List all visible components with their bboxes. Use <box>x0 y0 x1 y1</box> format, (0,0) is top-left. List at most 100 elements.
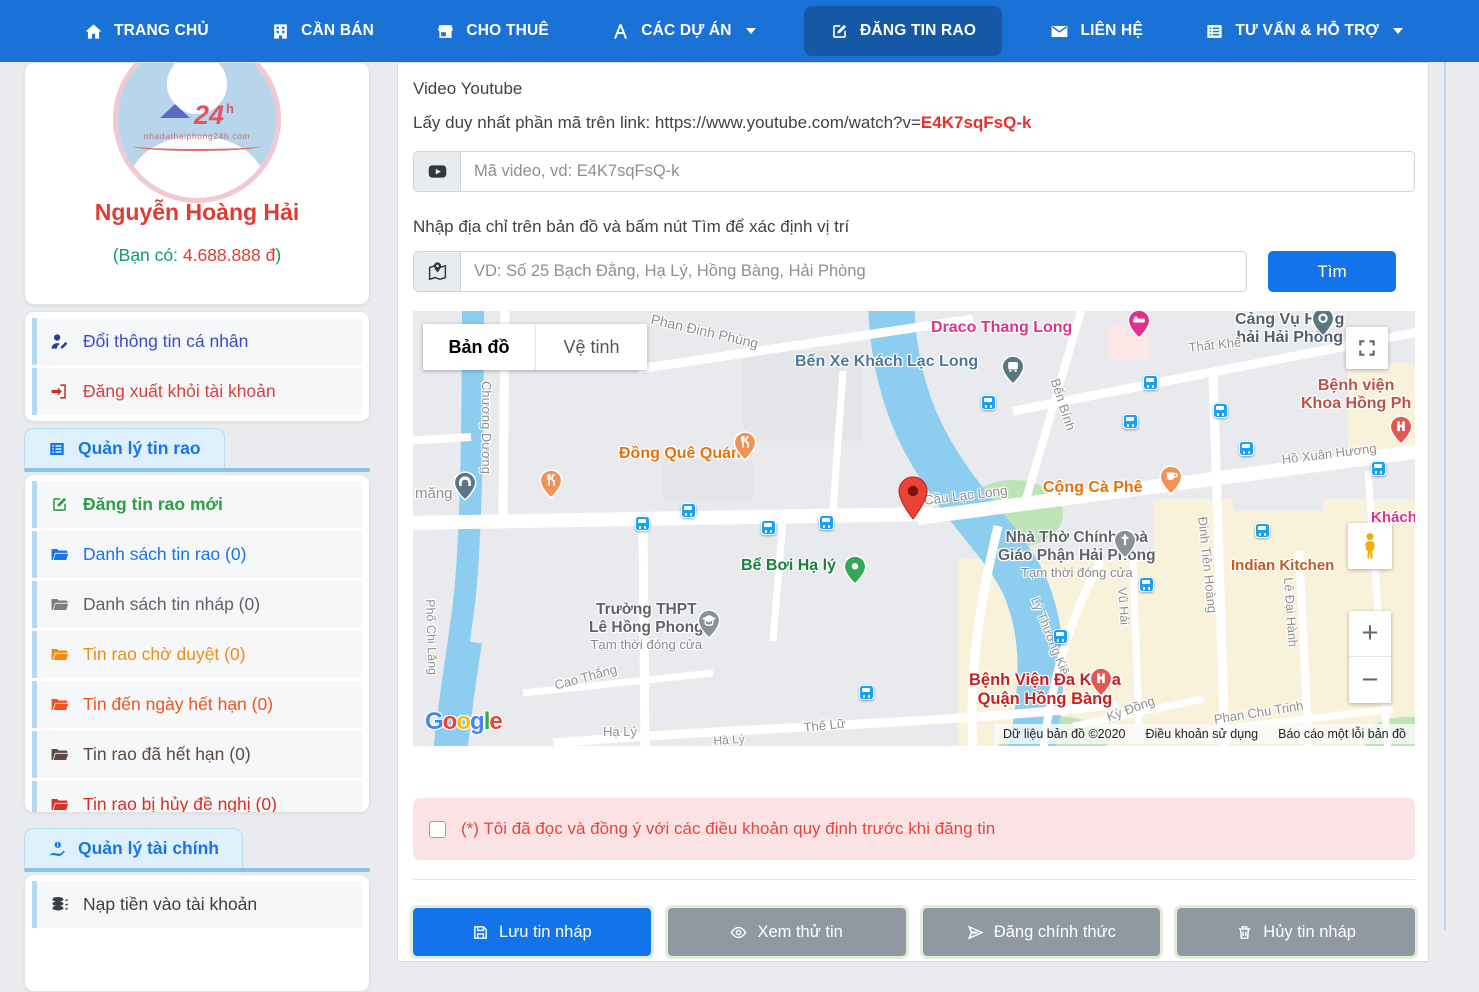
sidebar-item[interactable]: Nạp tiền vào tài khoản <box>32 881 362 928</box>
sidebar-item[interactable]: Đổi thông tin cá nhân <box>32 318 362 365</box>
google-logo-letter: g <box>470 708 484 735</box>
terms-checkbox[interactable] <box>429 821 446 838</box>
nav-item-trang-ch-[interactable]: TRANG CHỦ <box>70 6 223 56</box>
nav-item-label: TRANG CHỦ <box>114 22 209 40</box>
tab-qu-n-l-tin-rao[interactable]: Quản lý tin rao <box>24 428 225 468</box>
map-pin-bridge-icon <box>453 471 477 506</box>
map-attribution-link[interactable]: Báo cáo một lỗi bản đồ <box>1278 727 1406 741</box>
sidebar-item-label: Tin đến ngày hết hạn (0) <box>83 694 273 715</box>
map-type-satellite[interactable]: Vệ tinh <box>535 324 647 370</box>
action-button[interactable]: Đăng chính thức <box>923 908 1161 956</box>
bus-stop-icon <box>681 503 696 518</box>
sidebar-item[interactable]: Tin rao bị hủy đề nghị (0) <box>32 781 362 813</box>
map-attribution: Dữ liệu bản đồ ©2020Điều khoản sử dụngBá… <box>994 724 1415 744</box>
store-icon <box>436 22 455 41</box>
map-poi-sublabel: Tạm thời đóng cửa <box>998 565 1156 580</box>
map-pin-restaurant-icon <box>539 469 563 504</box>
video-code-input[interactable] <box>461 152 1414 191</box>
nav-item-t-v-n-h-tr-[interactable]: TƯ VẤN & HỖ TRỢ <box>1191 6 1417 56</box>
sidebar-item[interactable]: Đăng tin rao mới <box>32 481 362 528</box>
sidebar-item-label: Đổi thông tin cá nhân <box>83 331 248 352</box>
sidebar-item[interactable]: Danh sách tin nháp (0) <box>32 581 362 628</box>
nav-item--ng-tin-rao[interactable]: ĐĂNG TIN RAO <box>804 6 1002 56</box>
video-label: Video Youtube <box>413 79 522 99</box>
action-button[interactable]: Hủy tin nháp <box>1177 908 1415 956</box>
bus-stop-icon <box>1213 403 1228 418</box>
map-pin-cafe-icon <box>1159 465 1183 500</box>
nav-item-label: CÁC DỰ ÁN <box>641 22 731 40</box>
map-street-label: Hà Lý <box>713 733 745 746</box>
map-location-marker[interactable] <box>897 475 929 526</box>
terms-alert: (*) Tôi đã đọc và đồng ý với các điều kh… <box>413 798 1415 860</box>
folder-icon <box>50 595 69 614</box>
fullscreen-button[interactable] <box>1346 327 1388 369</box>
map-pin-hospital-icon <box>1389 415 1413 450</box>
sidebar-item-label: Đăng xuất khỏi tài khoản <box>83 381 276 402</box>
map-poi-label: Bệnh việnKhoa Hồng Ph <box>1301 377 1411 414</box>
action-button[interactable]: Xem thử tin <box>668 908 906 956</box>
sidebar-item[interactable]: Đăng xuất khỏi tài khoản <box>32 368 362 415</box>
nav-item-c-c-d-n[interactable]: CÁC DỰ ÁN <box>597 6 769 56</box>
sidebar-item-label: Danh sách tin rao (0) <box>83 544 246 565</box>
sidebar-section-header-row: Quản lý tài chính <box>24 828 370 872</box>
map-type-map[interactable]: Bản đồ <box>423 324 535 370</box>
nav-item-cho-thu-[interactable]: CHO THUÊ <box>422 6 563 56</box>
map-canvas[interactable]: Phan Đinh PhùngDraco Thang LongBến Xe Kh… <box>413 311 1415 746</box>
zoom-control: + − <box>1349 611 1391 703</box>
bus-stop-icon <box>859 685 874 700</box>
map-attribution-link[interactable]: Điều khoản sử dụng <box>1146 727 1259 741</box>
sidebar-item[interactable]: Tin đến ngày hết hạn (0) <box>32 681 362 728</box>
zoom-in-button[interactable]: + <box>1349 611 1391 657</box>
save-draft-button[interactable]: Lưu tin nháp <box>413 908 651 956</box>
nav-item-c-n-b-n[interactable]: CẦN BÁN <box>257 6 388 56</box>
nav-item-li-n-h-[interactable]: LIÊN HỆ <box>1036 6 1157 56</box>
bus-stop-icon <box>1239 441 1254 456</box>
bus-stop-icon <box>819 515 834 530</box>
pen-square-icon <box>50 495 69 514</box>
map-pin-restaurant-icon <box>733 431 757 466</box>
pen-square-icon <box>830 22 849 41</box>
page-body: 24 h nhadathaiphong24h.com Nguyễn Hoàng … <box>0 62 1479 930</box>
bus-stop-icon <box>1123 414 1138 429</box>
account-links-card: Đổi thông tin cá nhân Đăng xuất khỏi tài … <box>24 311 370 422</box>
address-input[interactable] <box>461 252 1246 291</box>
folder-icon <box>50 645 69 664</box>
sidebar-item[interactable]: Tin rao đã hết hạn (0) <box>32 731 362 778</box>
sidebar-item-label: Đăng tin rao mới <box>83 494 223 515</box>
video-input-group <box>413 151 1415 192</box>
map-marked-icon <box>414 252 461 291</box>
sidebar-item[interactable]: Tin rao chờ duyệt (0) <box>32 631 362 678</box>
bus-stop-icon <box>1139 577 1154 592</box>
send-icon <box>967 924 984 941</box>
find-button[interactable]: Tìm <box>1268 251 1396 292</box>
tab-qu-n-l-t-i-ch-nh[interactable]: Quản lý tài chính <box>24 828 243 868</box>
google-logo-letter: e <box>489 708 501 735</box>
nav-item-label: ĐĂNG TIN RAO <box>860 22 976 40</box>
main-panel: Video Youtube Lấy duy nhất phần mã trên … <box>397 62 1429 962</box>
bus-stop-icon <box>1371 461 1386 476</box>
street-view-pegman[interactable] <box>1348 523 1392 569</box>
sidebar-item[interactable]: Danh sách tin rao (0) <box>32 531 362 578</box>
chevron-down-icon <box>746 28 756 34</box>
map-street-label: Hạ Lý <box>603 725 637 740</box>
video-hint-prefix: Lấy duy nhất phần mã trên link: https://… <box>413 113 921 132</box>
user-name: Nguyễn Hoàng Hải <box>25 199 369 226</box>
avatar: 24 h nhadathaiphong24h.com <box>113 62 281 203</box>
map-poi-sublabel: Tạm thời đóng cửa <box>589 637 704 652</box>
map-street-label: Chương Dương <box>478 381 493 474</box>
eye-icon <box>730 924 747 941</box>
divider <box>413 879 1415 880</box>
sidebar-item-label: Nạp tiền vào tài khoản <box>83 894 257 915</box>
list-icon <box>48 440 66 458</box>
map-poi-label: Bể Bơi Hạ lý <box>741 557 836 575</box>
sidebar-menu-card: Đăng tin rao mới Danh sách tin rao (0) Dan… <box>24 474 370 813</box>
folder-icon <box>50 795 69 813</box>
action-button-label: Xem thử tin <box>757 923 842 942</box>
zoom-out-button[interactable]: − <box>1349 657 1391 703</box>
map-type-switch: Bản đồVệ tinh <box>423 324 647 370</box>
map-pin-plain-icon <box>843 555 867 590</box>
google-logo-letter: o <box>443 708 457 735</box>
tab-underline <box>24 868 370 872</box>
save-icon <box>472 924 489 941</box>
map-pin-hospital-icon <box>1089 667 1113 702</box>
